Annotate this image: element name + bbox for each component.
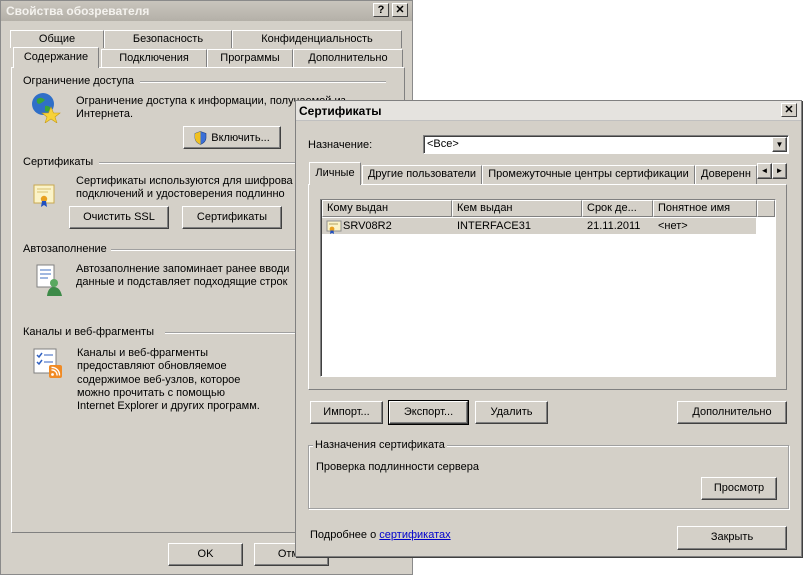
column-header-friendly-name[interactable]: Понятное имя [653,200,757,217]
group-divider [165,332,295,334]
table-row[interactable]: SRV08R2 INTERFACE31 21.11.2011 <нет> [322,218,756,234]
delete-button[interactable]: Удалить [475,401,548,424]
title-bar[interactable]: Свойства обозревателя ? ✕ [1,1,412,21]
certificates-dialog: Сертификаты ✕ Назначение: <Все> ▼ Личные… [295,100,802,557]
globe-star-icon [28,91,62,123]
tab-security[interactable]: Безопасность [104,30,232,48]
tab-general[interactable]: Общие [10,30,104,48]
column-header-issued-by[interactable]: Кем выдан [452,200,582,217]
clear-ssl-button[interactable]: Очистить SSL [69,206,169,229]
cell-issued-by: INTERFACE31 [457,220,531,232]
enable-button[interactable]: Включить... [183,126,281,149]
ok-button[interactable]: OK [168,543,243,566]
advanced-button[interactable]: Дополнительно [677,401,787,424]
autofill-description-line2: данные и подставляет подходящие строк [76,276,288,288]
purposes-text: Проверка подлинности сервера [316,461,479,473]
window-title: Свойства обозревателя [6,4,150,18]
tab-personal[interactable]: Личные [309,162,361,185]
group-divider [140,81,386,83]
enable-button-label: Включить... [211,131,270,144]
certs-description-line1: Сертификаты используются для шифрова [76,175,293,187]
feeds-description-line5: Internet Explorer и других программ. [77,400,260,412]
help-button[interactable]: ? [373,3,389,17]
more-info-text: Подробнее о сертификатах [310,529,451,541]
column-header-expiration[interactable]: Срок де... [582,200,653,217]
feeds-description-line3: содержимое веб-узлов, которое [77,374,241,386]
more-info-prefix: Подробнее о [310,529,377,541]
cell-issued-to: SRV08R2 [343,220,392,232]
dialog-title-bar[interactable]: Сертификаты ✕ [296,101,801,121]
feeds-rss-icon [31,346,65,380]
tab-connections[interactable]: Подключения [101,49,207,67]
cell-friendly-name: <нет> [658,220,688,232]
column-header-issued-to[interactable]: Кому выдан [322,200,452,217]
certificate-icon [32,181,56,209]
purposes-group-title: Назначения сертификата [313,439,447,451]
tab-advanced[interactable]: Дополнительно [293,49,403,67]
purpose-label: Назначение: [308,139,373,151]
certificates-help-link[interactable]: сертификатах [379,529,450,541]
tab-scroll-left-icon[interactable]: ◄ [757,163,772,179]
autofill-group-title: Автозаполнение [23,243,107,255]
export-button[interactable]: Экспорт... [388,400,469,425]
import-button[interactable]: Импорт... [310,401,383,424]
chevron-down-icon[interactable]: ▼ [772,137,787,152]
shield-icon [194,130,207,145]
cell-expiration: 21.11.2011 [587,220,641,232]
column-header-filler [757,200,775,217]
dialog-title: Сертификаты [299,104,382,118]
tab-programs[interactable]: Программы [207,49,293,67]
feeds-description-line4: можно прочитать с помощью [77,387,225,399]
feeds-group-title: Каналы и веб-фрагменты [23,326,154,338]
feeds-description-line1: Каналы и веб-фрагменты [77,347,208,359]
dialog-close-icon[interactable]: ✕ [781,103,797,117]
access-group-title: Ограничение доступа [23,75,135,87]
certificate-icon [326,218,342,234]
view-button[interactable]: Просмотр [701,477,777,500]
feeds-description-line2: предоставляют обновляемое [77,360,227,372]
purpose-select[interactable]: <Все> ▼ [423,135,789,154]
tab-privacy[interactable]: Конфиденциальность [232,30,402,48]
autofill-form-icon [34,263,66,297]
group-divider [99,162,295,164]
purpose-value: <Все> [427,138,459,150]
tab-content[interactable]: Содержание [13,47,99,68]
close-button[interactable]: ✕ [392,3,408,17]
tab-other-people[interactable]: Другие пользователи [362,165,482,184]
certs-group-title: Сертификаты [23,156,94,168]
tab-trusted-root[interactable]: Доверенн [695,165,757,184]
tab-scroll-right-icon[interactable]: ► [772,163,787,179]
tab-intermediate-ca[interactable]: Промежуточные центры сертификации [482,165,695,184]
certificates-button[interactable]: Сертификаты [182,206,282,229]
certificates-list[interactable]: Кому выдан Кем выдан Срок де... Понятное… [320,199,776,377]
access-description-line2: Интернета. [76,108,134,120]
certs-description-line2: подключений и удостоверения подлинно [76,188,285,200]
autofill-description-line1: Автозаполнение запоминает ранее вводи [76,263,290,275]
group-divider [111,249,295,251]
close-dialog-button[interactable]: Закрыть [677,526,787,550]
